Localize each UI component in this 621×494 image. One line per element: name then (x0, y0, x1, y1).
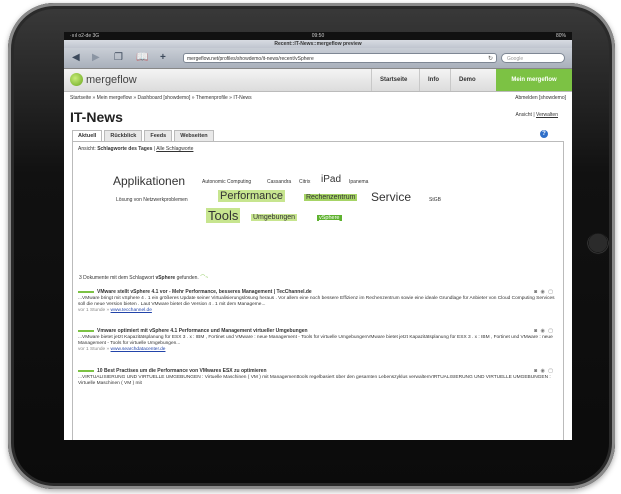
result-age: vor 1 Stunde » (78, 347, 110, 352)
result-snippet: ...VMware bietet jetzt Kapazitätsplanung… (78, 335, 553, 346)
relevance-bar (78, 329, 94, 332)
tag-ipad[interactable]: iPad (321, 174, 341, 185)
view-label: Ansicht | (515, 112, 535, 118)
result-title[interactable]: Vmware optimiert mit vSphere 4.1 Perform… (97, 328, 308, 334)
result-title[interactable]: VMware stellt vSphere 4.1 vor - Mehr Per… (97, 289, 312, 295)
home-button[interactable] (587, 233, 609, 255)
content-panel: Ansicht: Schlagworte des Tages | Alle Sc… (72, 141, 564, 440)
tag-cloud: Applikationen Autonomic Computing Cassan… (73, 172, 563, 252)
tag-service[interactable]: Service (371, 190, 411, 204)
result-count-suffix: gefunden. (176, 275, 199, 281)
view-selector: Ansicht: Schlagworte des Tages | Alle Sc… (78, 146, 194, 152)
nav-startseite[interactable]: Startseite (371, 69, 415, 91)
view-current: Schlagworte des Tages (97, 146, 153, 152)
url-field[interactable]: mergeflow.net/profiles/showdemo/it-news/… (183, 53, 497, 63)
tab-webseiten[interactable]: Webseiten (174, 130, 214, 141)
battery-label: 80% (555, 33, 566, 39)
result-actions-icon[interactable]: ◙ ◉ ▢ (534, 289, 554, 295)
forward-icon[interactable]: ▶ (92, 52, 100, 64)
tag-performance[interactable]: Performance (218, 190, 285, 202)
url-text: mergeflow.net/profiles/showdemo/it-news/… (187, 56, 314, 62)
tab-feeds[interactable]: Feeds (144, 130, 173, 141)
nav-mein-mergeflow[interactable]: Mein mergeflow (496, 69, 572, 91)
tab-bar: Aktuell Rückblick Feeds Webseiten ? (72, 130, 572, 141)
result-title[interactable]: 10 Best Practises um die Performance von… (97, 368, 267, 374)
search-field[interactable]: Google (501, 53, 565, 63)
nav-info[interactable]: Info (419, 69, 447, 91)
tag-applikationen[interactable]: Applikationen (113, 174, 185, 188)
logo-text: mergeflow (86, 73, 137, 86)
tab-aktuell[interactable]: Aktuell (72, 130, 103, 141)
page-header: IT-News Ansicht | Verwalten (64, 106, 572, 130)
tag-cassandra[interactable]: Cassandra (267, 179, 291, 185)
ipad-screen: ·ıııl o2-de 3G 09:50 80% Recent::IT-News… (64, 32, 572, 440)
tag-stgb[interactable]: StGB (429, 197, 441, 203)
relevance-bar (78, 369, 94, 372)
logo-icon (70, 73, 83, 86)
status-bar: ·ıııl o2-de 3G 09:50 80% (64, 32, 572, 40)
result-actions-icon[interactable]: ◙ ◉ ▢ (534, 328, 554, 334)
result-count-text: Dokumente mit dem Schlagwort (83, 275, 155, 281)
view-prefix: Ansicht: (78, 146, 96, 152)
tag-umgebungen[interactable]: Umgebungen (251, 214, 298, 221)
tag-tools[interactable]: Tools (206, 208, 241, 223)
sparkline-icon: ⌒~ (200, 275, 209, 281)
nav-demo[interactable]: Demo (450, 69, 484, 91)
tag-vsphere[interactable]: vSphere (317, 215, 342, 221)
result-count-number: 3 (79, 275, 82, 281)
tabs-icon[interactable]: ❐ (114, 52, 123, 64)
breadcrumb: Startseite » Mein mergeflow » Dashboard … (64, 92, 572, 106)
result-source[interactable]: www.searchdatacenter.de (111, 347, 166, 352)
result-age: vor 1 Stunde » (78, 308, 110, 313)
manage-link[interactable]: Verwalten (536, 112, 558, 118)
relevance-bar (78, 290, 94, 293)
result-source[interactable]: www.tecchannel.de (111, 308, 152, 313)
logout-link[interactable]: Abmelden [showdemo] (515, 95, 566, 101)
clock: 09:50 (311, 33, 325, 39)
add-icon[interactable]: + (160, 52, 166, 64)
reload-icon[interactable]: ↻ (488, 54, 493, 64)
view-manage: Ansicht | Verwalten (516, 112, 558, 118)
tag-loesung-netzwerkproblemen[interactable]: Lösung von Netzwerkproblemen (116, 197, 188, 203)
site-nav: mergeflow Startseite Info Demo Mein merg… (64, 69, 572, 92)
browser-title: Recent::IT-News::mergeflow preview (64, 40, 572, 48)
back-icon[interactable]: ◀ (72, 52, 80, 64)
mergeflow-logo[interactable]: mergeflow (70, 73, 137, 86)
result-snippet: ...VMware bringt mit vSphere 4 . 1 ein g… (78, 296, 555, 307)
result-item: Vmware optimiert mit vSphere 4.1 Perform… (78, 328, 558, 353)
tab-rueckblick[interactable]: Rückblick (104, 130, 143, 141)
tag-autonomic-computing[interactable]: Autonomic Computing (202, 179, 251, 185)
result-keyword: vSphere (155, 275, 176, 281)
result-snippet: ...VIRTUALISIERUNG UND VIRTUELLE UMGEBUN… (78, 375, 551, 386)
help-icon[interactable]: ? (540, 130, 548, 138)
result-count: 3 Dokumente mit dem Schlagwort vSphere g… (79, 274, 208, 281)
result-item: VMware stellt vSphere 4.1 vor - Mehr Per… (78, 289, 558, 314)
browser-toolbar: ◀ ▶ ❐ 📖 + mergeflow.net/profiles/showdem… (64, 48, 572, 69)
result-actions-icon[interactable]: ◙ ◉ ▢ (534, 368, 554, 374)
bookmarks-icon[interactable]: 📖 (136, 52, 148, 64)
tag-ipanema[interactable]: Ipanema (349, 179, 368, 185)
tag-citrix[interactable]: Citrix (299, 179, 310, 185)
breadcrumb-path[interactable]: Startseite » Mein mergeflow » Dashboard … (70, 95, 252, 101)
tag-rechenzentrum[interactable]: Rechenzentrum (304, 194, 358, 201)
result-item: 10 Best Practises um die Performance von… (78, 368, 558, 387)
view-all-link[interactable]: Alle Schlagworte (156, 146, 193, 152)
page-title: IT-News (70, 109, 123, 125)
